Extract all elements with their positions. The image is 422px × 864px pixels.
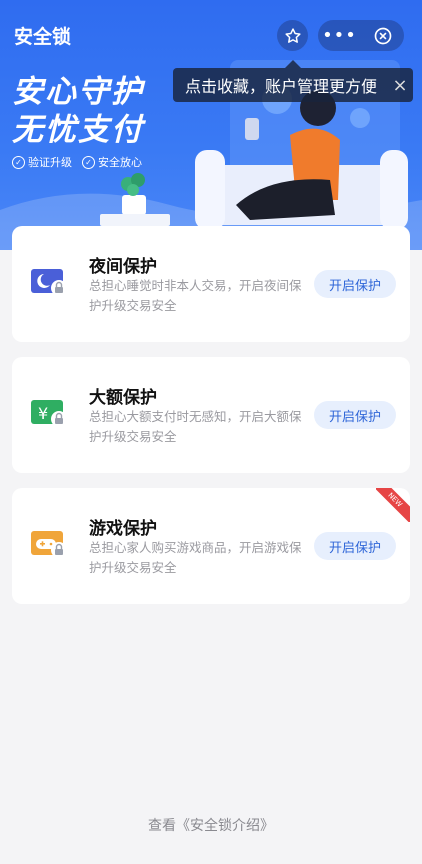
tooltip-close-icon[interactable]: ×: [387, 75, 413, 96]
footer-prefix: 查看: [148, 818, 176, 834]
card-description: 总担心睡觉时非本人交易，开启夜间保护升级交易安全: [89, 278, 302, 313]
enable-large-amount-protection-button[interactable]: 开启保护: [314, 401, 396, 429]
page-title: 安全锁: [14, 26, 72, 48]
card-description: 总担心大额支付时无感知，开启大额保护升级交易安全: [89, 409, 302, 444]
check-icon: ✓: [12, 155, 25, 169]
favorite-button[interactable]: [277, 20, 308, 51]
star-icon: [284, 27, 301, 43]
yuan-lock-icon: ¥: [31, 400, 67, 427]
card-night-protection[interactable]: 夜间保护 总担心睡觉时非本人交易，开启夜间保护升级交易安全 开启保护: [12, 226, 410, 342]
badge-list: ✓ 验证升级 ✓ 安全放心: [12, 154, 142, 170]
more-button[interactable]: •••: [318, 20, 361, 51]
badge-safe: ✓ 安全放心: [82, 154, 142, 170]
slogan-line-2: 无忧支付: [12, 112, 144, 148]
tooltip-text: 点击收藏，账户管理更方便: [185, 77, 378, 96]
close-circle-icon: [374, 27, 391, 44]
enable-game-protection-button[interactable]: 开启保护: [314, 532, 396, 560]
card-description: 总担心家人购买游戏商品，开启游戏保护升级交易安全: [89, 540, 302, 575]
check-icon: ✓: [82, 155, 95, 169]
moon-lock-icon: [31, 269, 67, 296]
card-title: 夜间保护: [89, 257, 157, 277]
favorite-tooltip: 点击收藏，账户管理更方便 ×: [173, 60, 413, 102]
intro-link[interactable]: 《安全锁介绍》: [176, 818, 274, 834]
new-tag: NEW: [376, 488, 410, 522]
footer-intro: 查看《安全锁介绍》: [0, 815, 422, 835]
hero-banner: 安全锁 ••• 安心守护 无忧支付 ✓ 验证升级 ✓ 安全放心: [0, 0, 422, 250]
svg-text:¥: ¥: [38, 404, 48, 423]
card-game-protection[interactable]: NEW 游戏保护 总担心家人购买游戏商品，开启游戏保护升级交易安全 开启保护: [12, 488, 410, 604]
card-title: 大额保护: [89, 388, 157, 408]
enable-night-protection-button[interactable]: 开启保护: [314, 270, 396, 298]
badge-verify: ✓ 验证升级: [12, 154, 72, 170]
close-button[interactable]: [361, 20, 404, 51]
card-large-amount-protection[interactable]: ¥ 大额保护 总担心大额支付时无感知，开启大额保护升级交易安全 开启保护: [12, 357, 410, 473]
mini-program-capsule: •••: [318, 20, 404, 51]
more-icon: •••: [322, 25, 357, 46]
card-title: 游戏保护: [89, 519, 157, 539]
gamepad-lock-icon: [31, 531, 67, 558]
